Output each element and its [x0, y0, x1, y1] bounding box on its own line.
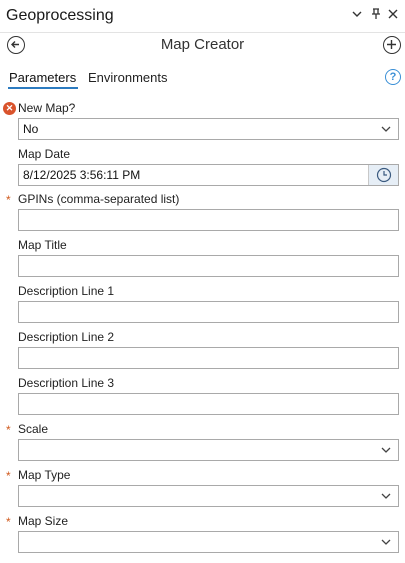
dropdown-value: No: [23, 122, 39, 136]
param-label: Description Line 2: [18, 330, 115, 344]
gpins-input[interactable]: [18, 209, 399, 231]
active-tab-indicator: [8, 87, 78, 89]
required-asterisk-icon: *: [6, 193, 11, 207]
param-label: Description Line 1: [18, 284, 115, 298]
close-icon[interactable]: [386, 6, 400, 22]
new-map-dropdown[interactable]: No: [18, 118, 399, 140]
param-label: Map Type: [18, 468, 71, 482]
param-label: Description Line 3: [18, 376, 115, 390]
tool-header: Map Creator: [0, 33, 405, 59]
tool-title: Map Creator: [160, 36, 245, 53]
add-button[interactable]: [383, 36, 401, 54]
param-label: New Map?: [18, 101, 76, 115]
param-label: Scale: [18, 422, 49, 436]
pin-icon[interactable]: [369, 6, 383, 22]
help-icon[interactable]: ?: [385, 69, 401, 85]
param-label: Map Title: [18, 238, 67, 252]
tab-bar: Parameters Environments ?: [0, 66, 405, 92]
pane-titlebar: Geoprocessing: [0, 0, 405, 33]
map-date-field[interactable]: 8/12/2025 3:56:11 PM: [18, 164, 399, 186]
param-label: GPINs (comma-separated list): [18, 192, 180, 206]
map-type-dropdown[interactable]: [18, 485, 399, 507]
required-asterisk-icon: *: [6, 423, 11, 437]
chevron-down-icon: [381, 493, 391, 499]
plus-icon: [387, 40, 396, 49]
chevron-down-icon[interactable]: [350, 6, 364, 22]
date-value: 8/12/2025 3:56:11 PM: [23, 168, 141, 182]
param-label: Map Size: [18, 514, 69, 528]
pane-title: Geoprocessing: [6, 7, 114, 24]
tab-environments[interactable]: Environments: [88, 70, 167, 85]
chevron-down-icon: [381, 539, 391, 545]
chevron-down-icon: [381, 126, 391, 132]
description-line-2-input[interactable]: [18, 347, 399, 369]
scale-dropdown[interactable]: [18, 439, 399, 461]
chevron-down-icon: [381, 447, 391, 453]
map-title-input[interactable]: [18, 255, 399, 277]
tab-parameters[interactable]: Parameters: [9, 70, 76, 85]
param-label: Map Date: [18, 147, 71, 161]
clock-icon: [376, 167, 392, 183]
required-asterisk-icon: *: [6, 469, 11, 483]
description-line-1-input[interactable]: [18, 301, 399, 323]
date-picker-button[interactable]: [368, 165, 398, 185]
required-asterisk-icon: *: [6, 515, 11, 529]
map-size-dropdown[interactable]: [18, 531, 399, 553]
error-icon: ✕: [3, 102, 16, 115]
description-line-3-input[interactable]: [18, 393, 399, 415]
